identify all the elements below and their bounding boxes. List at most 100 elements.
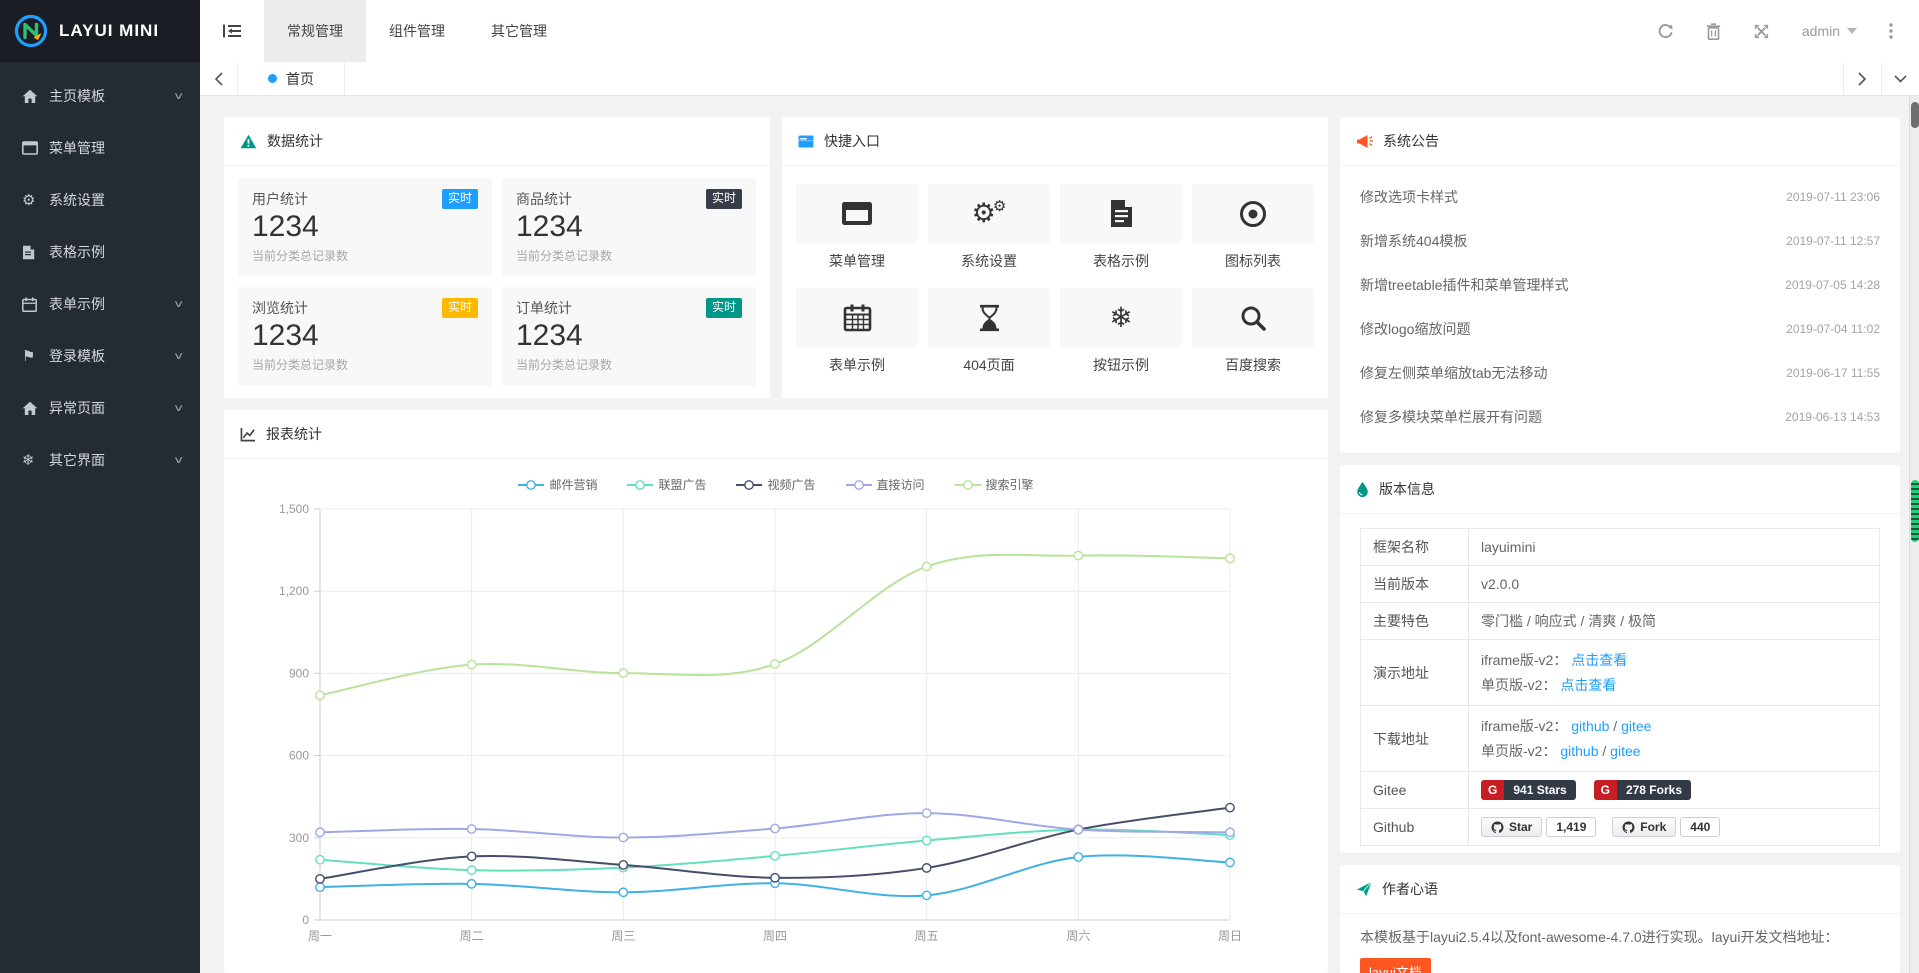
announcement-item[interactable]: 新增treetable插件和菜单管理样式 2019-07-05 14:28 bbox=[1360, 263, 1880, 307]
announcement-item[interactable]: 修改logo缩放问题 2019-07-04 11:02 bbox=[1360, 307, 1880, 351]
gitee-logo-icon: G bbox=[1481, 780, 1504, 800]
window-icon bbox=[796, 184, 918, 243]
sidebar-item-system-settings[interactable]: ⚙ 系统设置 bbox=[0, 174, 200, 226]
more-options-icon[interactable] bbox=[1889, 23, 1893, 39]
quick-entry-settings[interactable]: ⚙⚙ 系统设置 bbox=[928, 184, 1050, 271]
quick-entry-404[interactable]: 404页面 bbox=[928, 288, 1050, 375]
github-star-count[interactable]: 1,419 bbox=[1546, 817, 1596, 837]
announcement-list: 修改选项卡样式 2019-07-11 23:06 新增系统404模板 2019-… bbox=[1340, 166, 1900, 448]
quick-entry-menu[interactable]: 菜单管理 bbox=[796, 184, 918, 271]
author-line-1: 本模板基于layui2.5.4以及font-awesome-4.7.0进行实现。… bbox=[1360, 926, 1880, 950]
panel-data-stats: 数据统计 用户统计 实时 1234 当前分类总记录数 bbox=[224, 117, 770, 398]
layui-doc-badge[interactable]: layui文档 bbox=[1360, 958, 1431, 973]
sidebar-item-label: 表单示例 bbox=[49, 294, 175, 314]
github-fork-widget: Fork 440 bbox=[1612, 817, 1720, 837]
sidebar-toggle-icon[interactable] bbox=[200, 0, 264, 62]
quick-entry-baidu-search[interactable]: 百度搜索 bbox=[1192, 288, 1314, 375]
stat-label: 浏览统计 bbox=[252, 298, 308, 318]
legend-item[interactable]: 直接访问 bbox=[846, 476, 925, 493]
download-link-gitee[interactable]: gitee bbox=[1610, 743, 1640, 759]
username: admin bbox=[1802, 23, 1840, 39]
github-star-button[interactable]: Star bbox=[1481, 817, 1542, 837]
search-icon bbox=[1192, 288, 1314, 347]
download-link-github[interactable]: github bbox=[1560, 743, 1598, 759]
download-link-github[interactable]: github bbox=[1571, 718, 1609, 734]
top-tab-other[interactable]: 其它管理 bbox=[468, 0, 570, 62]
version-table-wrap: 框架名称 layuimini 当前版本 v2.0.0 主要特色 零门槛 / 响应… bbox=[1340, 514, 1900, 860]
gitee-forks-badge[interactable]: G 278 Forks bbox=[1594, 780, 1691, 800]
stat-value: 1234 bbox=[516, 210, 742, 245]
refresh-icon[interactable] bbox=[1657, 23, 1674, 40]
svg-text:900: 900 bbox=[289, 666, 309, 680]
stat-label: 用户统计 bbox=[252, 189, 308, 209]
scrollbar-green-indicator[interactable] bbox=[1911, 480, 1919, 542]
panel-title: 数据统计 bbox=[267, 131, 323, 151]
tab-strip-controls bbox=[1843, 62, 1919, 95]
github-fork-count[interactable]: 440 bbox=[1680, 817, 1720, 837]
stat-card-users[interactable]: 用户统计 实时 1234 当前分类总记录数 bbox=[238, 178, 492, 277]
sidebar-item-label: 其它界面 bbox=[49, 450, 175, 470]
vertical-scrollbar[interactable] bbox=[1909, 96, 1919, 973]
chart-legend: 邮件营销 联盟广告 视频广告 直接访问 搜索引擎 bbox=[224, 459, 1328, 493]
top-tab-components[interactable]: 组件管理 bbox=[366, 0, 468, 62]
sidebar-item-error-pages[interactable]: 异常页面 ∨ bbox=[0, 382, 200, 434]
octocat-icon bbox=[1622, 821, 1635, 834]
panel-version-header: 版本信息 bbox=[1340, 465, 1900, 514]
tabs-scroll-left-icon[interactable] bbox=[200, 62, 238, 95]
announcement-item[interactable]: 修复多模块菜单栏展开有问题 2019-06-13 14:53 bbox=[1360, 395, 1880, 439]
legend-label: 联盟广告 bbox=[658, 476, 706, 493]
window-blue-icon bbox=[798, 135, 814, 148]
tabs-menu-chevron-down-icon[interactable] bbox=[1881, 62, 1919, 95]
announcement-item[interactable]: 修复左侧菜单缩放tab无法移动 2019-06-17 11:55 bbox=[1360, 351, 1880, 395]
table-row: 演示地址 iframe版-v2： 点击查看 单页版-v2： bbox=[1361, 640, 1880, 706]
github-star-widget: Star 1,419 bbox=[1481, 817, 1596, 837]
announcement-item[interactable]: 修改选项卡样式 2019-07-11 23:06 bbox=[1360, 175, 1880, 219]
download-link-gitee[interactable]: gitee bbox=[1621, 718, 1651, 734]
quick-entry-icons[interactable]: 图标列表 bbox=[1192, 184, 1314, 271]
stat-card-goods[interactable]: 商品统计 实时 1234 当前分类总记录数 bbox=[502, 178, 756, 277]
logo-text: LAYUI MINI bbox=[59, 21, 159, 41]
scrollbar-thumb[interactable] bbox=[1911, 102, 1919, 128]
tabs-scroll-right-icon[interactable] bbox=[1843, 62, 1881, 95]
legend-item[interactable]: 视频广告 bbox=[736, 476, 815, 493]
demo-link-onepage[interactable]: 点击查看 bbox=[1560, 677, 1616, 693]
legend-label: 邮件营销 bbox=[549, 476, 597, 493]
report-chart: 03006009001,2001,500周一周二周三周四周五周六周日 bbox=[224, 493, 1328, 968]
quick-entry-form[interactable]: 表单示例 bbox=[796, 288, 918, 375]
svg-text:300: 300 bbox=[289, 831, 309, 845]
announcement-item[interactable]: 新增系统404模板 2019-07-11 12:57 bbox=[1360, 219, 1880, 263]
svg-text:周四: 周四 bbox=[763, 929, 787, 943]
sidebar-item-label: 表格示例 bbox=[49, 242, 182, 262]
legend-label: 视频广告 bbox=[767, 476, 815, 493]
stat-card-views[interactable]: 浏览统计 实时 1234 当前分类总记录数 bbox=[238, 287, 492, 386]
stat-card-orders[interactable]: 订单统计 实时 1234 当前分类总记录数 bbox=[502, 287, 756, 386]
table-row: 下载地址 iframe版-v2： github / gitee 单页版-v2： bbox=[1361, 706, 1880, 772]
fullscreen-icon[interactable] bbox=[1753, 23, 1770, 40]
sidebar-item-other-ui[interactable]: ❄ 其它界面 ∨ bbox=[0, 434, 200, 486]
tab-home[interactable]: 首页 bbox=[238, 62, 345, 95]
panel-title: 作者心语 bbox=[1382, 879, 1438, 899]
trash-icon[interactable] bbox=[1706, 23, 1721, 40]
user-dropdown[interactable]: admin bbox=[1802, 23, 1857, 39]
legend-item[interactable]: 搜索引擎 bbox=[955, 476, 1034, 493]
gitee-stars-badge[interactable]: G 941 Stars bbox=[1481, 780, 1576, 800]
line-chart: 03006009001,2001,500周一周二周三周四周五周六周日 bbox=[230, 493, 1290, 968]
sidebar-item-menu-management[interactable]: 菜单管理 bbox=[0, 122, 200, 174]
legend-item[interactable]: 邮件营销 bbox=[518, 476, 597, 493]
quick-entry-buttons[interactable]: ❄ 按钮示例 bbox=[1060, 288, 1182, 375]
svg-text:1,500: 1,500 bbox=[279, 502, 309, 516]
demo-link-iframe[interactable]: 点击查看 bbox=[1571, 652, 1627, 668]
sidebar-item-form-example[interactable]: 表单示例 ∨ bbox=[0, 278, 200, 330]
github-fork-button[interactable]: Fork bbox=[1612, 817, 1676, 837]
panel-announcements: 系统公告 修改选项卡样式 2019-07-11 23:06 新增系统404模板 … bbox=[1340, 117, 1900, 453]
calendar-icon bbox=[796, 288, 918, 347]
sidebar-item-home-template[interactable]: 主页模板 ∨ bbox=[0, 70, 200, 122]
sidebar-item-table-example[interactable]: 表格示例 bbox=[0, 226, 200, 278]
page-content: 数据统计 用户统计 实时 1234 当前分类总记录数 bbox=[200, 96, 1919, 973]
caret-down-icon bbox=[1847, 28, 1857, 34]
sidebar-item-login-template[interactable]: ⚑ 登录模板 ∨ bbox=[0, 330, 200, 382]
logo[interactable]: LAYUI MINI bbox=[0, 0, 200, 62]
top-tab-general[interactable]: 常规管理 bbox=[264, 0, 366, 62]
quick-entry-table[interactable]: 表格示例 bbox=[1060, 184, 1182, 271]
legend-item[interactable]: 联盟广告 bbox=[627, 476, 706, 493]
